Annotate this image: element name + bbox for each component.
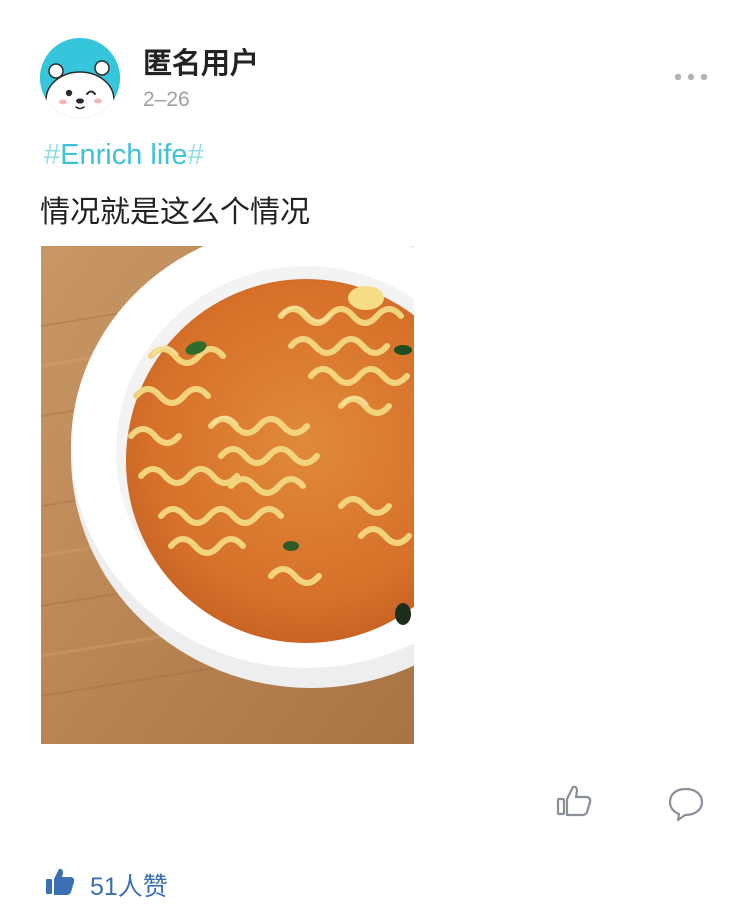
author-name[interactable]: 匿名用户	[143, 40, 259, 82]
topic-tag[interactable]: #Enrich life#	[44, 139, 204, 172]
bear-avatar-icon	[40, 38, 120, 118]
comment-bubble-icon	[668, 787, 704, 822]
topic-hash-end: #	[187, 139, 204, 171]
topic-name: Enrich life	[60, 139, 188, 171]
more-button[interactable]	[670, 66, 714, 88]
likes-count: 51人赞	[90, 873, 168, 901]
post-text: 情况就是这么个情况	[40, 195, 310, 230]
likes-icon	[44, 866, 76, 898]
noodle-bowl-image	[41, 246, 414, 744]
more-dots-icon	[674, 73, 708, 81]
comment-button[interactable]	[664, 782, 708, 826]
post-image[interactable]	[41, 246, 414, 744]
avatar[interactable]	[40, 38, 120, 118]
like-button[interactable]	[552, 780, 596, 824]
thumbs-up-icon	[556, 785, 592, 817]
post-date: 2–26	[143, 88, 190, 111]
topic-hash-start: #	[44, 139, 61, 171]
thumbs-up-filled-icon	[46, 868, 75, 895]
